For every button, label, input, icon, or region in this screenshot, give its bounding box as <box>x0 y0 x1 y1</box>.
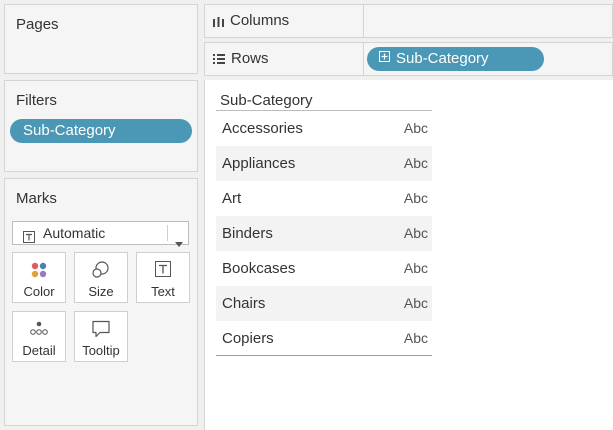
rows-shelf-label: Rows <box>205 43 364 75</box>
pages-title: Pages <box>16 16 59 33</box>
dropdown-divider <box>167 225 168 241</box>
mark-type-label: Automatic <box>43 225 106 241</box>
marks-title: Marks <box>16 190 57 207</box>
text-icon <box>137 261 189 279</box>
color-icon <box>13 261 65 279</box>
view-canvas[interactable]: Sub-Category Accessories Abc Appliances Abc… <box>204 80 613 430</box>
row-value-text: Abc <box>403 260 428 276</box>
rows-pill-sub-category[interactable]: Sub-Category <box>367 47 544 71</box>
table-bottom-rule <box>216 355 432 356</box>
table-row[interactable]: Accessories Abc <box>216 111 432 146</box>
row-header-label: Copiers <box>222 330 274 347</box>
table-row[interactable]: Copiers Abc <box>216 321 432 356</box>
row-value-text: Abc <box>403 120 428 136</box>
rows-shelf[interactable]: Rows Sub-Category <box>204 42 613 76</box>
row-value-text: Abc <box>403 295 428 311</box>
columns-shelf[interactable]: Columns <box>204 4 613 38</box>
detail-label: Detail <box>22 343 56 358</box>
pages-card[interactable]: Pages <box>4 4 198 74</box>
text-label: Text <box>151 284 175 299</box>
rows-label: Rows <box>231 50 269 67</box>
row-value-text: Abc <box>403 190 428 206</box>
row-value-text: Abc <box>403 155 428 171</box>
row-header-label: Art <box>222 190 242 207</box>
table-row[interactable]: Chairs Abc <box>216 286 432 321</box>
detail-button[interactable]: Detail <box>12 311 66 362</box>
expand-plus-icon[interactable] <box>379 46 390 70</box>
filter-pill-sub-category[interactable]: Sub-Category <box>10 119 192 143</box>
column-header[interactable]: Sub-Category <box>220 92 313 109</box>
row-header-label: Binders <box>222 225 273 242</box>
row-value-text: Abc <box>403 330 428 346</box>
chevron-down-icon <box>175 231 183 253</box>
row-header-label: Bookcases <box>222 260 296 277</box>
filters-title: Filters <box>16 92 57 109</box>
tooltip-icon <box>75 320 127 338</box>
filters-card[interactable]: Filters Sub-Category <box>4 80 198 172</box>
table-row[interactable]: Appliances Abc <box>216 146 432 181</box>
columns-label: Columns <box>230 12 290 29</box>
tooltip-label: Tooltip <box>82 343 120 358</box>
mark-type-dropdown[interactable]: Automatic <box>12 221 189 247</box>
color-label: Color <box>23 284 55 299</box>
columns-shelf-label: Columns <box>205 5 364 37</box>
rows-icon <box>213 50 231 67</box>
table-row[interactable]: Binders Abc <box>216 216 432 251</box>
row-header-label: Chairs <box>222 295 266 312</box>
tooltip-button[interactable]: Tooltip <box>74 311 128 362</box>
columns-icon <box>213 12 230 29</box>
text-button[interactable]: Text <box>136 252 190 303</box>
row-value-text: Abc <box>403 225 428 241</box>
table-row[interactable]: Art Abc <box>216 181 432 216</box>
rows-pill-label: Sub-Category <box>396 50 489 67</box>
color-button[interactable]: Color <box>12 252 66 303</box>
text-mark-icon <box>23 227 35 249</box>
row-header-label: Accessories <box>222 120 303 137</box>
size-label: Size <box>88 284 114 299</box>
table-row[interactable]: Bookcases Abc <box>216 251 432 286</box>
detail-icon <box>13 320 65 338</box>
row-header-label: Appliances <box>222 155 296 172</box>
size-button[interactable]: Size <box>74 252 128 303</box>
size-icon <box>75 261 127 279</box>
